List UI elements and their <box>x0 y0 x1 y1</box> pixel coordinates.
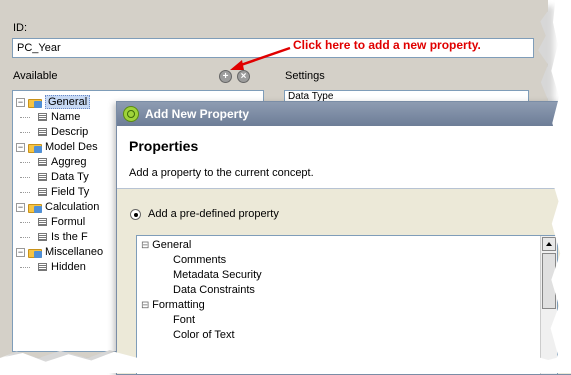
property-icon <box>38 173 47 182</box>
tree-label: Data Ty <box>51 171 89 183</box>
dialog-title: Add New Property <box>145 107 250 121</box>
tree-folder[interactable]: − General <box>16 94 91 110</box>
tree-label: Miscellaneo <box>45 246 104 258</box>
dialog-header: Properties Add a property to the current… <box>117 126 571 189</box>
list-item[interactable]: Comments <box>173 253 226 268</box>
callout-text: Click here to add a new property. <box>293 38 481 52</box>
tree-folder[interactable]: − Miscellaneo <box>16 244 103 260</box>
list-label: Font <box>173 314 196 326</box>
list-group[interactable]: ⊟ Formatting <box>141 298 205 313</box>
tree-label: Formul <box>51 216 86 228</box>
tree-item[interactable]: Name <box>20 109 81 125</box>
add-new-property-dialog: Add New Property Properties Add a proper… <box>116 101 571 375</box>
tree-label: Field Ty <box>51 186 90 198</box>
tree-label: Descrip <box>51 126 89 138</box>
collapse-icon[interactable]: ⊟ <box>141 240 152 251</box>
folder-icon <box>28 97 42 108</box>
collapse-icon[interactable]: ⊟ <box>141 300 152 311</box>
tree-connector <box>20 177 30 178</box>
tree-connector <box>20 132 30 133</box>
tree-folder[interactable]: − Calculation <box>16 199 99 215</box>
collapse-icon[interactable]: − <box>16 202 25 212</box>
tree-item[interactable]: Hidden <box>20 259 86 275</box>
dialog-heading: Properties <box>129 138 199 154</box>
list-item[interactable]: Metadata Security <box>173 268 262 283</box>
tree-connector <box>20 162 30 163</box>
list-item[interactable]: Color of Text <box>173 328 235 343</box>
property-icon <box>38 158 47 167</box>
dialog-titlebar[interactable]: Add New Property <box>117 102 571 126</box>
list-group[interactable]: ⊟ General <box>141 238 191 253</box>
property-icon <box>38 263 47 272</box>
id-label: ID: <box>13 22 28 34</box>
scroll-up-icon[interactable] <box>542 237 556 251</box>
tree-item[interactable]: Data Ty <box>20 169 89 185</box>
predefined-property-label[interactable]: Add a pre-defined property <box>148 208 279 220</box>
property-icon <box>38 233 47 242</box>
collapse-icon[interactable]: − <box>16 142 25 152</box>
tree-label: Aggreg <box>51 156 87 168</box>
folder-icon <box>28 247 42 258</box>
dialog-description: Add a property to the current concept. <box>129 167 314 179</box>
tree-label: Is the F <box>51 231 88 243</box>
list-label: Data Constraints <box>173 284 255 296</box>
app-icon <box>123 106 139 122</box>
list-label: General <box>152 239 192 251</box>
tree-label: Name <box>51 111 81 123</box>
tree-item[interactable]: Is the F <box>20 229 88 245</box>
tree-connector <box>20 117 30 118</box>
available-label: Available <box>13 70 58 82</box>
list-label: Formatting <box>152 299 205 311</box>
tree-item[interactable]: Aggreg <box>20 154 87 170</box>
tree-item[interactable]: Field Ty <box>20 184 90 200</box>
callout-arrow-icon <box>230 46 291 70</box>
property-icon <box>38 128 47 137</box>
tree-connector <box>20 222 30 223</box>
property-icon <box>38 188 47 197</box>
folder-icon <box>28 142 42 153</box>
tree-item[interactable]: Formul <box>20 214 86 230</box>
remove-property-icon: × <box>240 71 247 82</box>
list-label: Comments <box>173 254 227 266</box>
list-scrollbar[interactable] <box>540 236 557 374</box>
tree-label: Hidden <box>51 261 86 273</box>
collapse-icon[interactable]: − <box>16 247 25 257</box>
predefined-property-radio[interactable] <box>130 209 141 220</box>
tree-connector <box>20 237 30 238</box>
tree-connector <box>20 267 30 268</box>
tree-label: Calculation <box>45 201 100 213</box>
tree-label: Model Des <box>45 141 98 153</box>
predefined-property-list[interactable]: ⊟ General Comments Metadata Security Data C… <box>136 235 558 374</box>
tree-folder[interactable]: − Model Des <box>16 139 98 155</box>
dialog-body: Add a pre-defined property ⊟ General Comm… <box>117 189 571 374</box>
property-icon <box>38 218 47 227</box>
list-label: Color of Text <box>173 329 235 341</box>
tree-item[interactable]: Descrip <box>20 124 89 140</box>
property-icon <box>38 113 47 122</box>
list-item[interactable]: Data Constraints <box>173 283 255 298</box>
folder-icon <box>28 202 42 213</box>
tree-connector <box>20 192 30 193</box>
add-property-icon: + <box>222 71 229 82</box>
list-item[interactable]: Font <box>173 313 195 328</box>
tree-label: General <box>45 95 91 109</box>
collapse-icon[interactable]: − <box>16 97 25 107</box>
list-label: Metadata Security <box>173 269 262 281</box>
